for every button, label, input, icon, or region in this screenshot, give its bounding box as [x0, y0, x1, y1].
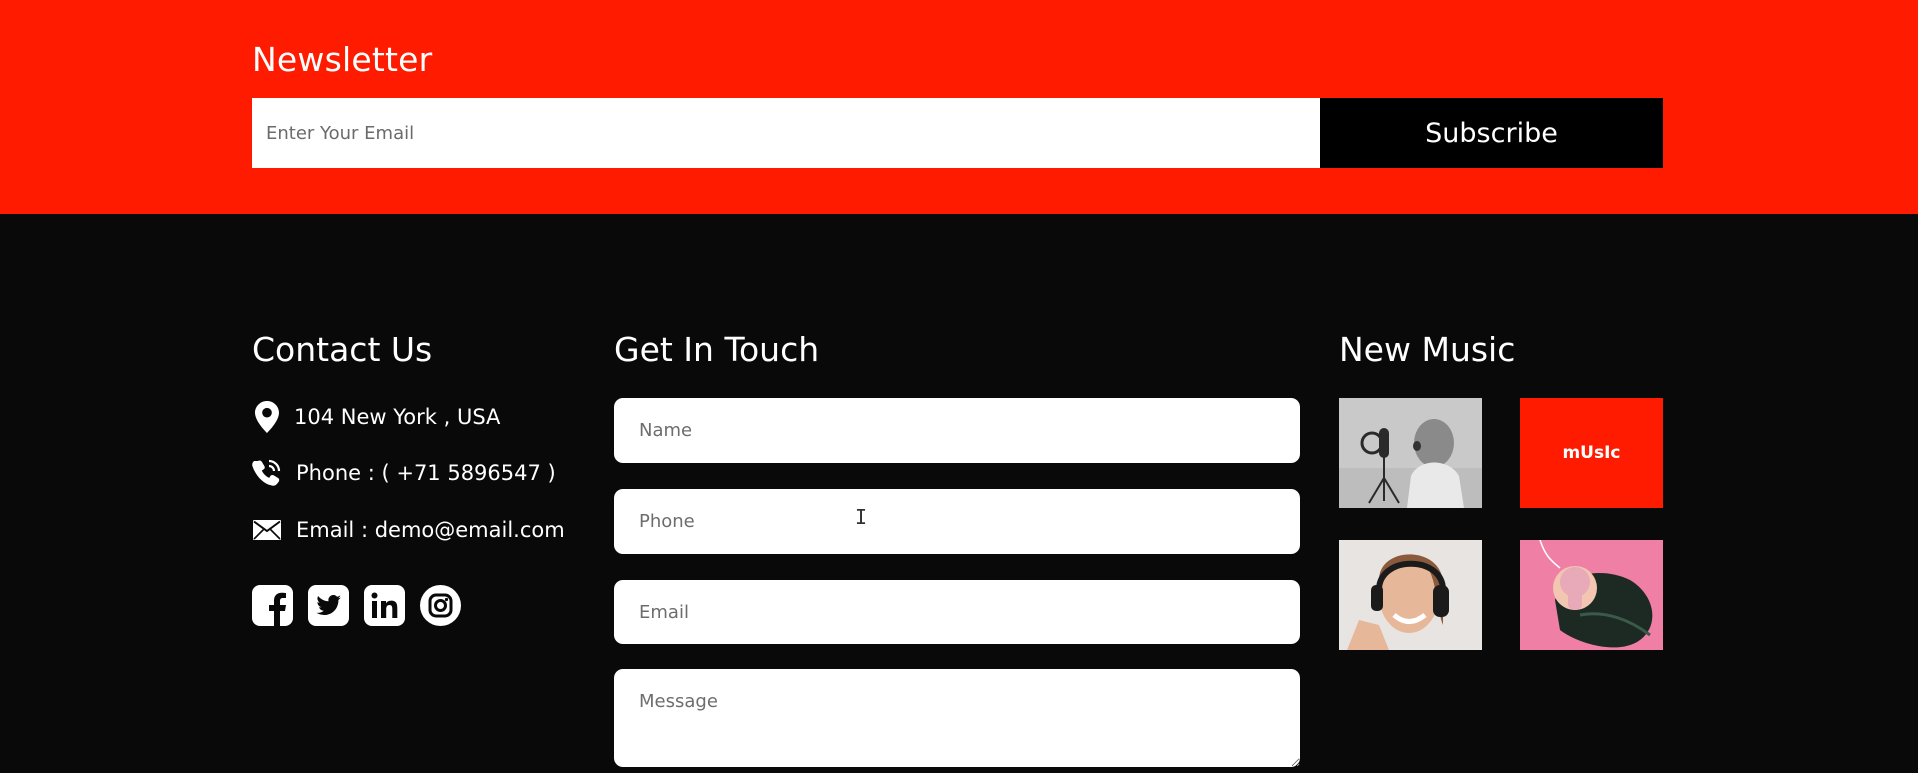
- social-links: [252, 585, 461, 626]
- subscribe-button[interactable]: Subscribe: [1320, 98, 1663, 168]
- location-pin-icon: [252, 401, 282, 433]
- music-thumb-logo[interactable]: mUsIc: [1520, 398, 1663, 508]
- woman-headphones-image: [1339, 540, 1482, 650]
- instagram-icon[interactable]: [420, 585, 461, 626]
- music-thumb-headphones-woman[interactable]: [1339, 540, 1482, 650]
- linkedin-icon[interactable]: [364, 585, 405, 626]
- boy-singing-image: [1339, 398, 1482, 508]
- contact-address: 104 New York , USA: [252, 401, 501, 433]
- music-logo-text: mUsIc: [1562, 443, 1621, 463]
- music-thumb-pink[interactable]: [1520, 540, 1663, 650]
- facebook-icon[interactable]: [252, 585, 293, 626]
- message-field[interactable]: [614, 669, 1300, 767]
- newsletter-email-input[interactable]: [252, 98, 1320, 168]
- contact-phone: Phone : ( +71 5896547 ): [252, 458, 556, 488]
- contact-phone-text: Phone : ( +71 5896547 ): [296, 461, 556, 485]
- contact-us-title: Contact Us: [252, 330, 433, 369]
- envelope-icon: [252, 515, 282, 545]
- name-field[interactable]: [614, 398, 1300, 463]
- phone-icon: [252, 458, 282, 488]
- phone-field[interactable]: [614, 489, 1300, 554]
- contact-email-text: Email : demo@email.com: [296, 518, 565, 542]
- contact-email: Email : demo@email.com: [252, 515, 565, 545]
- new-music-title: New Music: [1339, 330, 1516, 369]
- text-cursor-icon: I: [855, 505, 868, 529]
- get-in-touch-title: Get In Touch: [614, 330, 820, 369]
- email-field[interactable]: [614, 580, 1300, 644]
- newsletter-title: Newsletter: [252, 40, 433, 79]
- twitter-icon[interactable]: [308, 585, 349, 626]
- music-thumb-singer[interactable]: [1339, 398, 1482, 508]
- contact-address-text: 104 New York , USA: [294, 405, 501, 429]
- newsletter-section: Newsletter Subscribe: [0, 0, 1918, 214]
- girl-pink-background-image: [1520, 540, 1663, 650]
